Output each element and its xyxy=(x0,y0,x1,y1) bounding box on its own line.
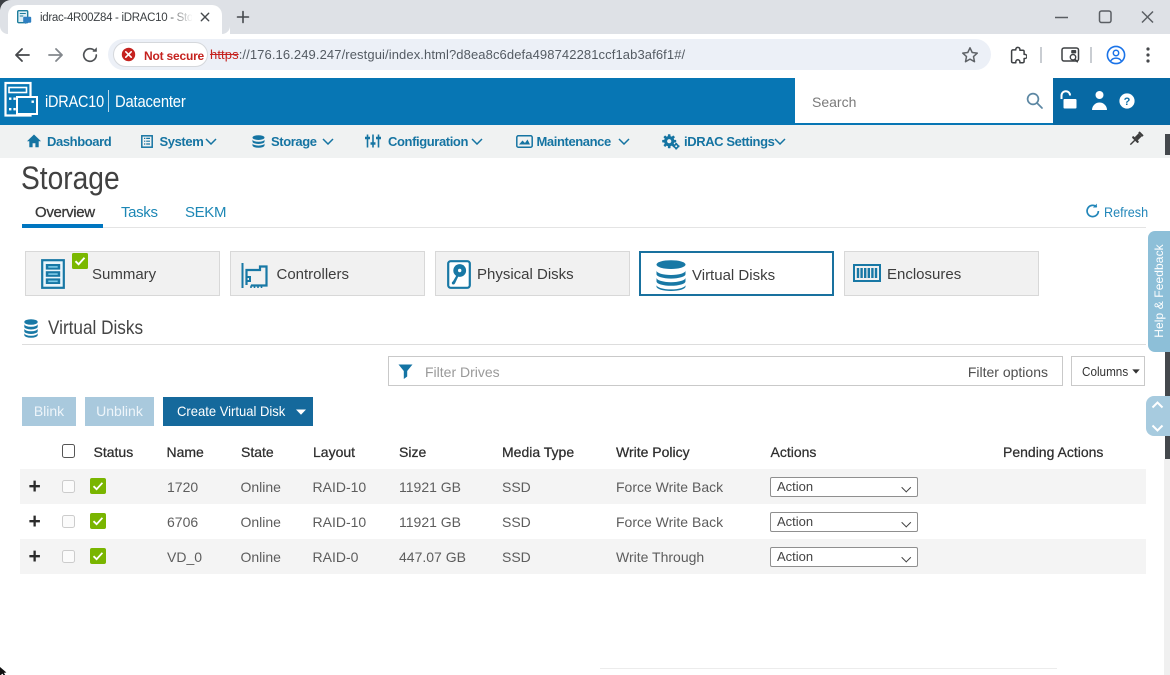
svg-text:?: ? xyxy=(1124,96,1131,108)
